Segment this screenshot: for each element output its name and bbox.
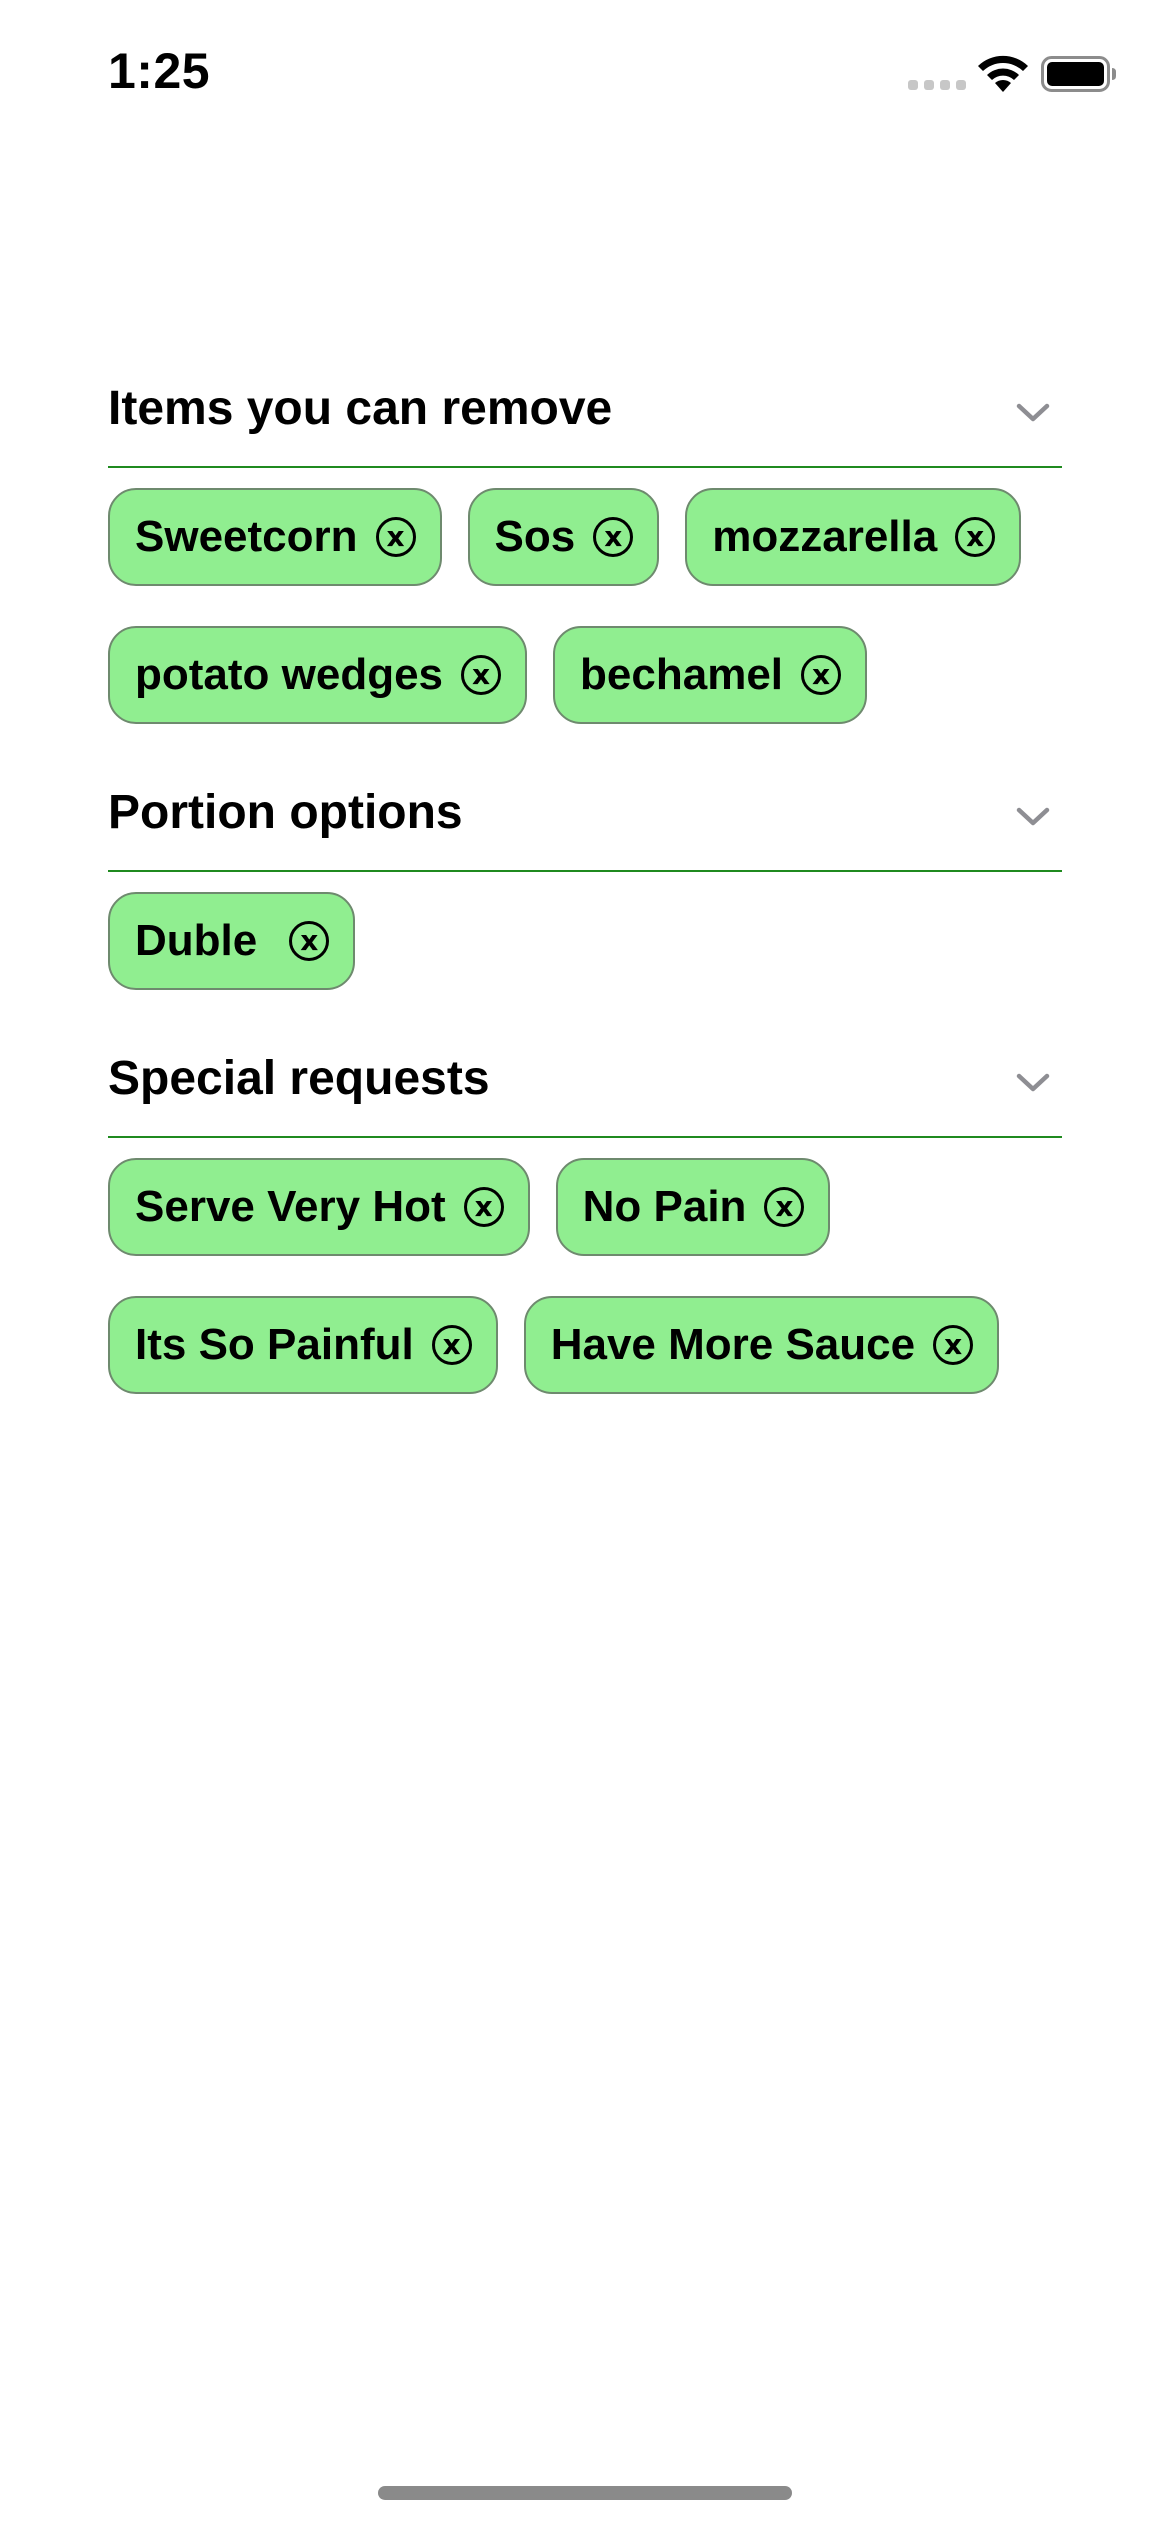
chevron-down-icon[interactable] bbox=[1014, 802, 1052, 830]
section-portion-options: Portion options Duble x bbox=[108, 774, 1062, 1040]
chip[interactable]: No Pain x bbox=[555, 1158, 831, 1256]
section-items-you-can-remove: Items you can remove Sweetcorn x Sos x m… bbox=[108, 370, 1062, 774]
chip-label: potato wedges bbox=[135, 650, 444, 699]
status-bar: 1:25 bbox=[0, 0, 1170, 150]
section-header[interactable]: Items you can remove bbox=[108, 370, 1062, 468]
chip[interactable]: Have More Sauce x bbox=[523, 1296, 1000, 1394]
section-title: Special requests bbox=[108, 1052, 490, 1105]
chip[interactable]: Its So Painful x bbox=[108, 1296, 498, 1394]
chip[interactable]: Serve Very Hot x bbox=[108, 1158, 530, 1256]
status-time: 1:25 bbox=[108, 43, 211, 99]
chip-list: Sweetcorn x Sos x mozzarella x potato we… bbox=[108, 468, 1062, 774]
close-circle-icon[interactable]: x bbox=[933, 1325, 974, 1365]
close-circle-icon[interactable]: x bbox=[955, 517, 996, 557]
section-header[interactable]: Special requests bbox=[108, 1040, 1062, 1138]
chip-list: Duble x bbox=[108, 872, 1062, 1040]
close-circle-icon[interactable]: x bbox=[431, 1325, 472, 1365]
chevron-down-icon[interactable] bbox=[1014, 398, 1052, 426]
chevron-down-icon[interactable] bbox=[1014, 1068, 1052, 1096]
close-circle-icon[interactable]: x bbox=[764, 1187, 805, 1227]
section-header[interactable]: Portion options bbox=[108, 774, 1062, 872]
battery-icon bbox=[1041, 56, 1116, 92]
close-circle-icon[interactable]: x bbox=[593, 517, 634, 557]
signal-icon bbox=[908, 80, 966, 90]
chip[interactable]: Sos x bbox=[467, 488, 660, 586]
chip-label: mozzarella bbox=[712, 512, 938, 561]
options-list: Items you can remove Sweetcorn x Sos x m… bbox=[108, 370, 1062, 1444]
close-circle-icon[interactable]: x bbox=[461, 655, 502, 695]
chip-label: Have More Sauce bbox=[550, 1320, 916, 1369]
chip-label: Its So Painful bbox=[135, 1320, 414, 1369]
wifi-icon bbox=[978, 55, 1028, 92]
home-indicator[interactable] bbox=[378, 2486, 792, 2500]
chip[interactable]: mozzarella x bbox=[685, 488, 1022, 586]
chip[interactable]: Sweetcorn x bbox=[108, 488, 442, 586]
section-special-requests: Special requests Serve Very Hot x No Pai… bbox=[108, 1040, 1062, 1444]
section-title: Portion options bbox=[108, 786, 463, 839]
chip[interactable]: Duble x bbox=[108, 892, 356, 990]
chip-label: No Pain bbox=[582, 1182, 747, 1231]
chip-label: Sweetcorn bbox=[135, 512, 358, 561]
close-circle-icon[interactable]: x bbox=[801, 655, 842, 695]
close-circle-icon[interactable]: x bbox=[289, 921, 330, 961]
close-circle-icon[interactable]: x bbox=[375, 517, 416, 557]
chip-label: bechamel bbox=[580, 650, 784, 699]
close-circle-icon[interactable]: x bbox=[463, 1187, 504, 1227]
chip[interactable]: bechamel x bbox=[553, 626, 868, 724]
chip[interactable]: potato wedges x bbox=[108, 626, 528, 724]
chip-label: Sos bbox=[494, 512, 576, 561]
chip-list: Serve Very Hot x No Pain x Its So Painfu… bbox=[108, 1138, 1062, 1444]
chip-label: Serve Very Hot bbox=[135, 1182, 446, 1231]
section-title: Items you can remove bbox=[108, 382, 613, 435]
chip-label: Duble bbox=[135, 916, 258, 965]
